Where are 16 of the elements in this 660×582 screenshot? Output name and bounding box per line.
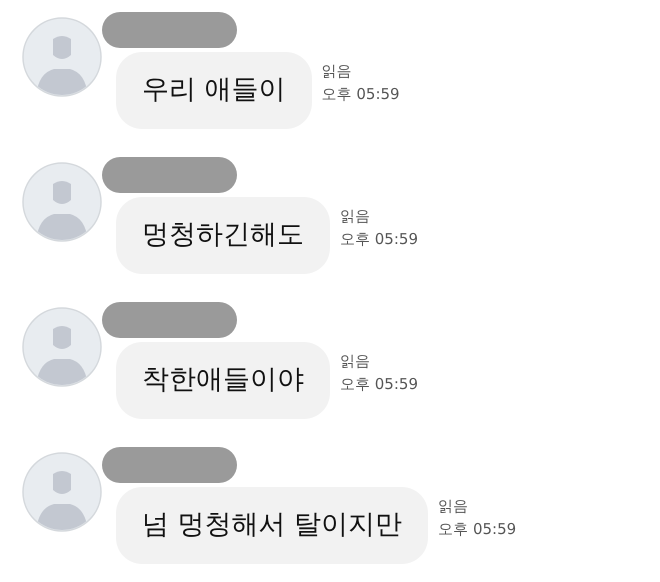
message-time: 오후 05:59 [438, 518, 516, 540]
message-time: 오후 05:59 [340, 374, 418, 394]
read-receipt: 읽음 [438, 496, 470, 517]
message-bubble: 우리 애들이 [116, 52, 312, 128]
message-time: 오후 05:59 [322, 84, 400, 104]
message-time: 오후 05:59 [340, 228, 418, 250]
avatar-icon [22, 162, 102, 242]
message-bubble: 착한애들이야 [116, 342, 330, 418]
read-receipt: 읽음 [340, 351, 371, 372]
read-receipt: 읽음 [340, 206, 371, 227]
avatar-icon [22, 17, 102, 97]
message-bubble: 넘 멍청해서 탈이지만 [116, 487, 428, 564]
read-receipt: 읽음 [322, 61, 353, 82]
message-bubble: 멍청하긴해도 [116, 197, 330, 274]
avatar-icon [22, 307, 102, 387]
avatar-icon [22, 452, 102, 532]
